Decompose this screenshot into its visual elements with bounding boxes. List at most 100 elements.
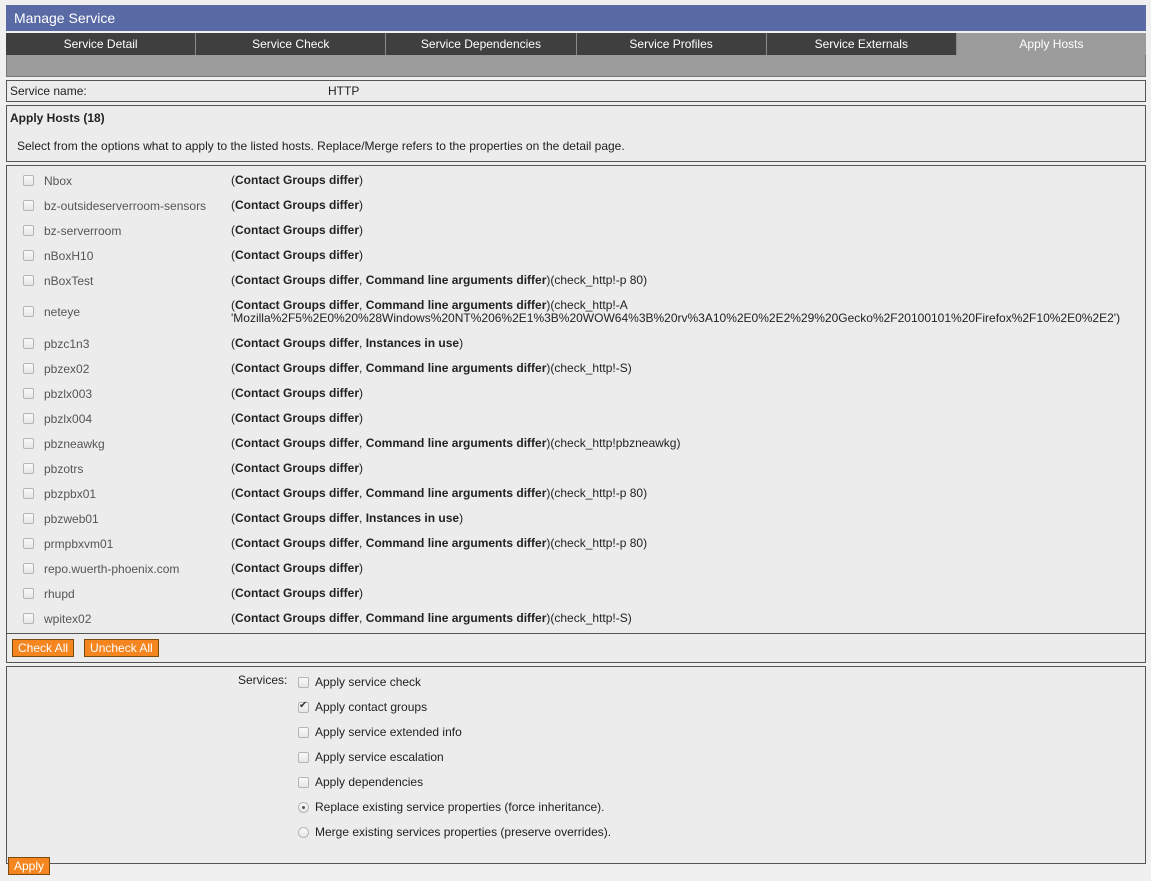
host-differences: (Contact Groups differ) bbox=[231, 248, 364, 262]
host-differences: (Contact Groups differ) bbox=[231, 223, 364, 237]
host-row: neteye (Contact Groups differ, Command li… bbox=[7, 293, 1145, 331]
host-differences: (Contact Groups differ, Instances in use… bbox=[231, 336, 464, 350]
host-differences: (Contact Groups differ) bbox=[231, 411, 364, 425]
tab-bar: Service Detail Service Check Service Dep… bbox=[6, 33, 1147, 55]
host-checkbox[interactable] bbox=[23, 275, 34, 286]
host-row: pbzpbx01 (Contact Groups differ, Command … bbox=[7, 481, 1145, 506]
option-label: Apply service extended info bbox=[315, 725, 462, 739]
host-row: wpitex02 (Contact Groups differ, Command … bbox=[7, 606, 1145, 631]
host-differences: (Contact Groups differ, Command line arg… bbox=[231, 536, 648, 550]
option-checkbox[interactable] bbox=[298, 726, 309, 738]
tab-service-externals[interactable]: Service Externals bbox=[766, 33, 957, 55]
difference-label: Contact Groups differ bbox=[235, 586, 360, 600]
host-checkbox[interactable] bbox=[23, 413, 34, 424]
option-checkbox[interactable] bbox=[298, 776, 309, 788]
host-row: pbzotrs (Contact Groups differ) bbox=[7, 456, 1145, 481]
host-row: prmpbxvm01 (Contact Groups differ, Comman… bbox=[7, 531, 1145, 556]
host-row: pbzc1n3 (Contact Groups differ, Instances… bbox=[7, 331, 1145, 356]
command-args: (check_http!pbzneawkg) bbox=[550, 436, 681, 450]
apply-hosts-description: Select from the options what to apply to… bbox=[17, 139, 625, 153]
tab-service-detail[interactable]: Service Detail bbox=[6, 33, 197, 55]
tab-apply-hosts[interactable]: Apply Hosts bbox=[956, 33, 1147, 55]
host-row: bz-outsideserverroom-sensors (Contact Gro… bbox=[7, 193, 1145, 218]
host-checkbox[interactable] bbox=[23, 306, 34, 317]
option-radio[interactable] bbox=[298, 801, 309, 813]
host-checkbox[interactable] bbox=[23, 250, 34, 261]
option-label: Replace existing service properties (for… bbox=[315, 800, 605, 814]
tab-service-dependencies[interactable]: Service Dependencies bbox=[386, 33, 577, 55]
tab-service-check[interactable]: Service Check bbox=[196, 33, 387, 55]
check-buttons: Check All Uncheck All bbox=[7, 633, 1145, 662]
difference-label: Command line arguments differ bbox=[365, 611, 547, 625]
host-checkbox[interactable] bbox=[23, 363, 34, 374]
host-differences: (Contact Groups differ) bbox=[231, 173, 364, 187]
host-checkbox[interactable] bbox=[23, 225, 34, 236]
host-name: pbzc1n3 bbox=[44, 337, 90, 351]
host-name: bz-outsideserverroom-sensors bbox=[44, 199, 207, 213]
service-option: Apply dependencies bbox=[298, 775, 423, 789]
host-differences: (Contact Groups differ, Instances in use… bbox=[231, 511, 464, 525]
difference-label: Contact Groups differ bbox=[235, 273, 360, 287]
host-row: Nbox (Contact Groups differ) bbox=[7, 168, 1145, 193]
host-differences: (Contact Groups differ, Command line arg… bbox=[231, 486, 648, 500]
host-row: nBoxH10 (Contact Groups differ) bbox=[7, 243, 1145, 268]
service-option: Replace existing service properties (for… bbox=[298, 800, 604, 814]
host-row: pbzweb01 (Contact Groups differ, Instance… bbox=[7, 506, 1145, 531]
difference-label: Contact Groups differ bbox=[235, 511, 360, 525]
host-differences: (Contact Groups differ) bbox=[231, 586, 364, 600]
difference-label: Contact Groups differ bbox=[235, 248, 360, 262]
option-label: Apply service check bbox=[315, 675, 422, 689]
difference-label: Contact Groups differ bbox=[235, 298, 360, 312]
host-checkbox[interactable] bbox=[23, 488, 34, 499]
difference-label: Command line arguments differ bbox=[365, 536, 547, 550]
command-args-continued: 'Mozilla%2F5%2E0%20%28Windows%20NT%206%2… bbox=[231, 311, 1121, 325]
check-all-button[interactable]: Check All bbox=[12, 639, 75, 657]
host-checkbox[interactable] bbox=[23, 388, 34, 399]
host-checkbox[interactable] bbox=[23, 463, 34, 474]
difference-label: Contact Groups differ bbox=[235, 411, 360, 425]
manage-service-panel: Manage Service Service Detail Service Ch… bbox=[6, 5, 1147, 864]
difference-label: Command line arguments differ bbox=[365, 361, 547, 375]
host-checkbox[interactable] bbox=[23, 338, 34, 349]
host-differences: (Contact Groups differ) bbox=[231, 386, 364, 400]
host-checkbox[interactable] bbox=[23, 563, 34, 574]
host-differences: (Contact Groups differ, Command line arg… bbox=[231, 298, 1121, 325]
host-row: rhupd (Contact Groups differ) bbox=[7, 581, 1145, 606]
difference-label: Command line arguments differ bbox=[365, 273, 547, 287]
difference-label: Contact Groups differ bbox=[235, 486, 360, 500]
host-checkbox[interactable] bbox=[23, 513, 34, 524]
page-title: Manage Service bbox=[6, 5, 1146, 31]
host-name: nBoxTest bbox=[44, 274, 94, 288]
difference-label: Command line arguments differ bbox=[365, 436, 547, 450]
option-checkbox[interactable] bbox=[298, 751, 309, 763]
tab-strip bbox=[6, 55, 1146, 77]
difference-label: Contact Groups differ bbox=[235, 386, 360, 400]
service-name-value: HTTP bbox=[328, 84, 360, 98]
apply-hosts-header: Apply Hosts (18) Select from the options… bbox=[6, 105, 1146, 162]
service-option: Apply contact groups bbox=[298, 700, 427, 714]
difference-label: Command line arguments differ bbox=[365, 298, 547, 312]
option-radio[interactable] bbox=[298, 826, 309, 838]
option-checkbox[interactable] bbox=[298, 676, 309, 688]
difference-label: Contact Groups differ bbox=[235, 361, 360, 375]
host-checkbox[interactable] bbox=[23, 175, 34, 186]
host-checkbox[interactable] bbox=[23, 588, 34, 599]
uncheck-all-button[interactable]: Uncheck All bbox=[84, 639, 159, 657]
apply-button[interactable]: Apply bbox=[8, 857, 51, 875]
difference-label: Contact Groups differ bbox=[235, 336, 360, 350]
option-label: Apply dependencies bbox=[315, 775, 424, 789]
host-row: pbzex02 (Contact Groups differ, Command l… bbox=[7, 356, 1145, 381]
host-checkbox[interactable] bbox=[23, 438, 34, 449]
option-checkbox[interactable] bbox=[298, 700, 309, 713]
host-name: pbzex02 bbox=[44, 362, 90, 376]
host-checkbox[interactable] bbox=[23, 200, 34, 211]
option-label: Merge existing services properties (pres… bbox=[315, 825, 612, 839]
tab-service-profiles[interactable]: Service Profiles bbox=[576, 33, 767, 55]
command-args: (check_http!-p 80) bbox=[550, 486, 648, 500]
difference-label: Contact Groups differ bbox=[235, 611, 360, 625]
service-option: Apply service extended info bbox=[298, 725, 462, 739]
host-checkbox[interactable] bbox=[23, 538, 34, 549]
command-args: (check_http!-p 80) bbox=[550, 273, 648, 287]
host-checkbox[interactable] bbox=[23, 613, 34, 624]
service-option: Apply service escalation bbox=[298, 750, 444, 764]
